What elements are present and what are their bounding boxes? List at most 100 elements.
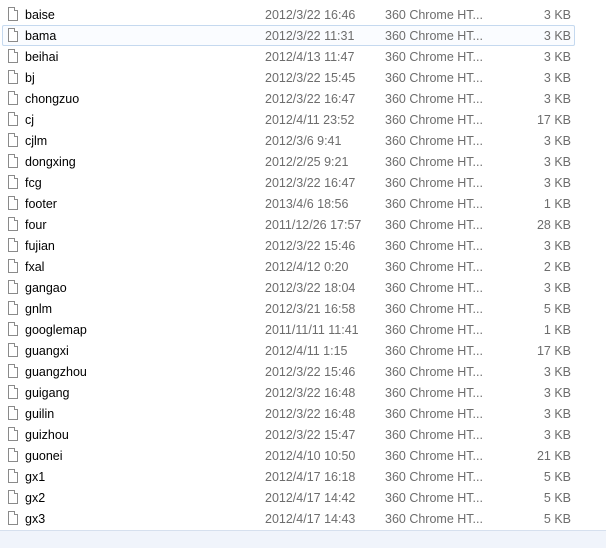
file-date-modified: 2011/12/26 17:57 — [265, 218, 362, 232]
file-row[interactable]: bama 2012/3/22 11:31 360 Chrome HT... 3 … — [2, 25, 575, 46]
file-name: guilin — [25, 407, 55, 421]
file-name: baise — [25, 8, 55, 22]
file-size: 3 KB — [543, 50, 571, 64]
file-row[interactable]: cjlm 2012/3/6 9:41 360 Chrome HT... 3 KB — [2, 130, 575, 151]
file-row[interactable]: bj 2012/3/22 15:45 360 Chrome HT... 3 KB — [2, 67, 575, 88]
file-type: 360 Chrome HT... — [385, 281, 483, 295]
file-name: guangxi — [25, 344, 69, 358]
file-row[interactable]: guizhou 2012/3/22 15:47 360 Chrome HT...… — [2, 424, 575, 445]
file-type: 360 Chrome HT... — [385, 176, 483, 190]
file-name: guigang — [25, 386, 70, 400]
file-date-modified: 2012/3/22 16:47 — [265, 176, 356, 190]
file-type: 360 Chrome HT... — [385, 71, 483, 85]
file-row[interactable]: footer 2013/4/6 18:56 360 Chrome HT... 1… — [2, 193, 575, 214]
file-icon — [8, 343, 18, 357]
file-type: 360 Chrome HT... — [385, 344, 483, 358]
file-name: fcg — [25, 176, 42, 190]
file-date-modified: 2012/3/22 18:04 — [265, 281, 356, 295]
file-date-modified: 2012/3/21 16:58 — [265, 302, 356, 316]
file-row[interactable]: guangzhou 2012/3/22 15:46 360 Chrome HT.… — [2, 361, 575, 382]
file-row[interactable]: cj 2012/4/11 23:52 360 Chrome HT... 17 K… — [2, 109, 575, 130]
file-type: 360 Chrome HT... — [385, 386, 483, 400]
file-date-modified: 2013/4/6 18:56 — [265, 197, 349, 211]
file-icon — [8, 322, 18, 336]
file-date-modified: 2012/3/22 11:31 — [265, 29, 355, 43]
file-size: 3 KB — [543, 92, 571, 106]
file-date-modified: 2012/3/22 16:46 — [265, 8, 356, 22]
file-date-modified: 2012/3/22 15:46 — [265, 239, 356, 253]
file-row[interactable]: gx2 2012/4/17 14:42 360 Chrome HT... 5 K… — [2, 487, 575, 508]
file-date-modified: 2012/4/17 14:43 — [265, 512, 356, 526]
status-area — [0, 530, 606, 548]
file-row[interactable]: googlemap 2011/11/11 11:41 360 Chrome HT… — [2, 319, 575, 340]
file-name: cj — [25, 113, 35, 127]
file-name: googlemap — [25, 323, 87, 337]
file-date-modified: 2012/3/22 15:45 — [265, 71, 356, 85]
file-icon — [8, 469, 18, 483]
file-type: 360 Chrome HT... — [385, 365, 483, 379]
file-row[interactable]: guilin 2012/3/22 16:48 360 Chrome HT... … — [2, 403, 575, 424]
file-size: 3 KB — [543, 365, 571, 379]
file-size: 17 KB — [536, 113, 571, 127]
file-row[interactable]: guigang 2012/3/22 16:48 360 Chrome HT...… — [2, 382, 575, 403]
file-list: baise 2012/3/22 16:46 360 Chrome HT... 3… — [0, 0, 606, 529]
file-size: 3 KB — [543, 386, 571, 400]
file-row[interactable]: gnlm 2012/3/21 16:58 360 Chrome HT... 5 … — [2, 298, 575, 319]
file-type: 360 Chrome HT... — [385, 260, 483, 274]
file-row[interactable]: fxal 2012/4/12 0:20 360 Chrome HT... 2 K… — [2, 256, 575, 277]
file-type: 360 Chrome HT... — [385, 407, 483, 421]
file-icon — [8, 490, 18, 504]
file-icon — [8, 154, 18, 168]
file-date-modified: 2012/4/13 11:47 — [265, 50, 355, 64]
file-size: 5 KB — [543, 491, 571, 505]
file-type: 360 Chrome HT... — [385, 218, 483, 232]
file-name: gangao — [25, 281, 67, 295]
file-name: cjlm — [25, 134, 48, 148]
file-date-modified: 2012/4/17 14:42 — [265, 491, 356, 505]
file-date-modified: 2012/2/25 9:21 — [265, 155, 349, 169]
file-date-modified: 2012/3/22 15:47 — [265, 428, 356, 442]
file-name: fxal — [25, 260, 45, 274]
file-row[interactable]: fcg 2012/3/22 16:47 360 Chrome HT... 3 K… — [2, 172, 575, 193]
file-name: four — [25, 218, 47, 232]
file-size: 21 KB — [536, 449, 571, 463]
file-icon — [8, 112, 18, 126]
file-size: 3 KB — [543, 281, 571, 295]
file-row[interactable]: guangxi 2012/4/11 1:15 360 Chrome HT... … — [2, 340, 575, 361]
file-row[interactable]: gx3 2012/4/17 14:43 360 Chrome HT... 5 K… — [2, 508, 575, 529]
file-icon — [8, 259, 18, 273]
file-size: 3 KB — [543, 155, 571, 169]
file-date-modified: 2012/4/11 1:15 — [265, 344, 348, 358]
file-date-modified: 2012/4/17 16:18 — [265, 470, 356, 484]
file-date-modified: 2012/3/22 16:48 — [265, 386, 356, 400]
file-icon — [8, 406, 18, 420]
file-row[interactable]: fujian 2012/3/22 15:46 360 Chrome HT... … — [2, 235, 575, 256]
file-size: 3 KB — [543, 29, 571, 43]
file-icon — [8, 133, 18, 147]
file-name: fujian — [25, 239, 55, 253]
file-name: guizhou — [25, 428, 69, 442]
file-size: 5 KB — [543, 302, 571, 316]
file-name: footer — [25, 197, 57, 211]
file-size: 1 KB — [543, 323, 571, 337]
file-row[interactable]: four 2011/12/26 17:57 360 Chrome HT... 2… — [2, 214, 575, 235]
file-size: 3 KB — [543, 71, 571, 85]
file-type: 360 Chrome HT... — [385, 155, 483, 169]
file-type: 360 Chrome HT... — [385, 491, 483, 505]
file-date-modified: 2012/4/10 10:50 — [265, 449, 356, 463]
file-name: bama — [25, 29, 57, 43]
file-size: 1 KB — [543, 197, 571, 211]
file-date-modified: 2011/11/11 11:41 — [265, 323, 359, 337]
file-date-modified: 2012/3/22 15:46 — [265, 365, 356, 379]
file-row[interactable]: dongxing 2012/2/25 9:21 360 Chrome HT...… — [2, 151, 575, 172]
file-row[interactable]: chongzuo 2012/3/22 16:47 360 Chrome HT..… — [2, 88, 575, 109]
file-row[interactable]: beihai 2012/4/13 11:47 360 Chrome HT... … — [2, 46, 575, 67]
file-size: 17 KB — [536, 344, 571, 358]
file-name: gx2 — [25, 491, 46, 505]
file-row[interactable]: gangao 2012/3/22 18:04 360 Chrome HT... … — [2, 277, 575, 298]
file-size: 3 KB — [543, 176, 571, 190]
file-icon — [8, 175, 18, 189]
file-row[interactable]: gx1 2012/4/17 16:18 360 Chrome HT... 5 K… — [2, 466, 575, 487]
file-row[interactable]: baise 2012/3/22 16:46 360 Chrome HT... 3… — [2, 4, 575, 25]
file-row[interactable]: guonei 2012/4/10 10:50 360 Chrome HT... … — [2, 445, 575, 466]
